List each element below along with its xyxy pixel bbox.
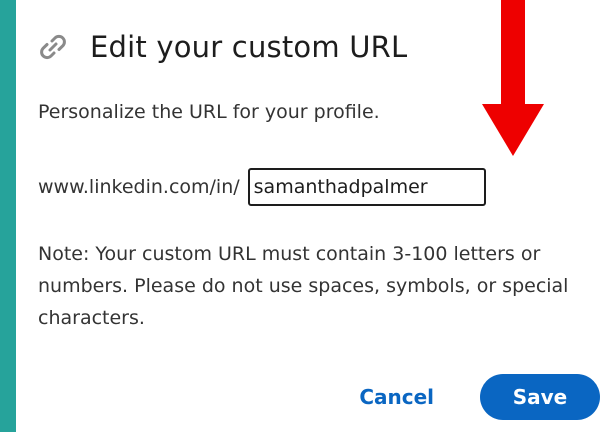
red-arrow-annotation	[482, 0, 544, 156]
save-button[interactable]: Save	[480, 374, 600, 420]
custom-url-input[interactable]	[247, 168, 486, 206]
link-icon	[36, 30, 70, 64]
dialog-actions: Cancel Save	[359, 374, 600, 420]
url-prefix: www.linkedin.com/in/	[38, 176, 240, 198]
dialog-header: Edit your custom URL	[36, 30, 407, 64]
dialog-subtitle: Personalize the URL for your profile.	[38, 101, 380, 123]
dialog-title: Edit your custom URL	[90, 30, 408, 64]
custom-url-row: www.linkedin.com/in/	[38, 168, 486, 206]
cancel-button[interactable]: Cancel	[359, 385, 434, 409]
url-requirements-note: Note: Your custom URL must contain 3-100…	[38, 243, 569, 329]
